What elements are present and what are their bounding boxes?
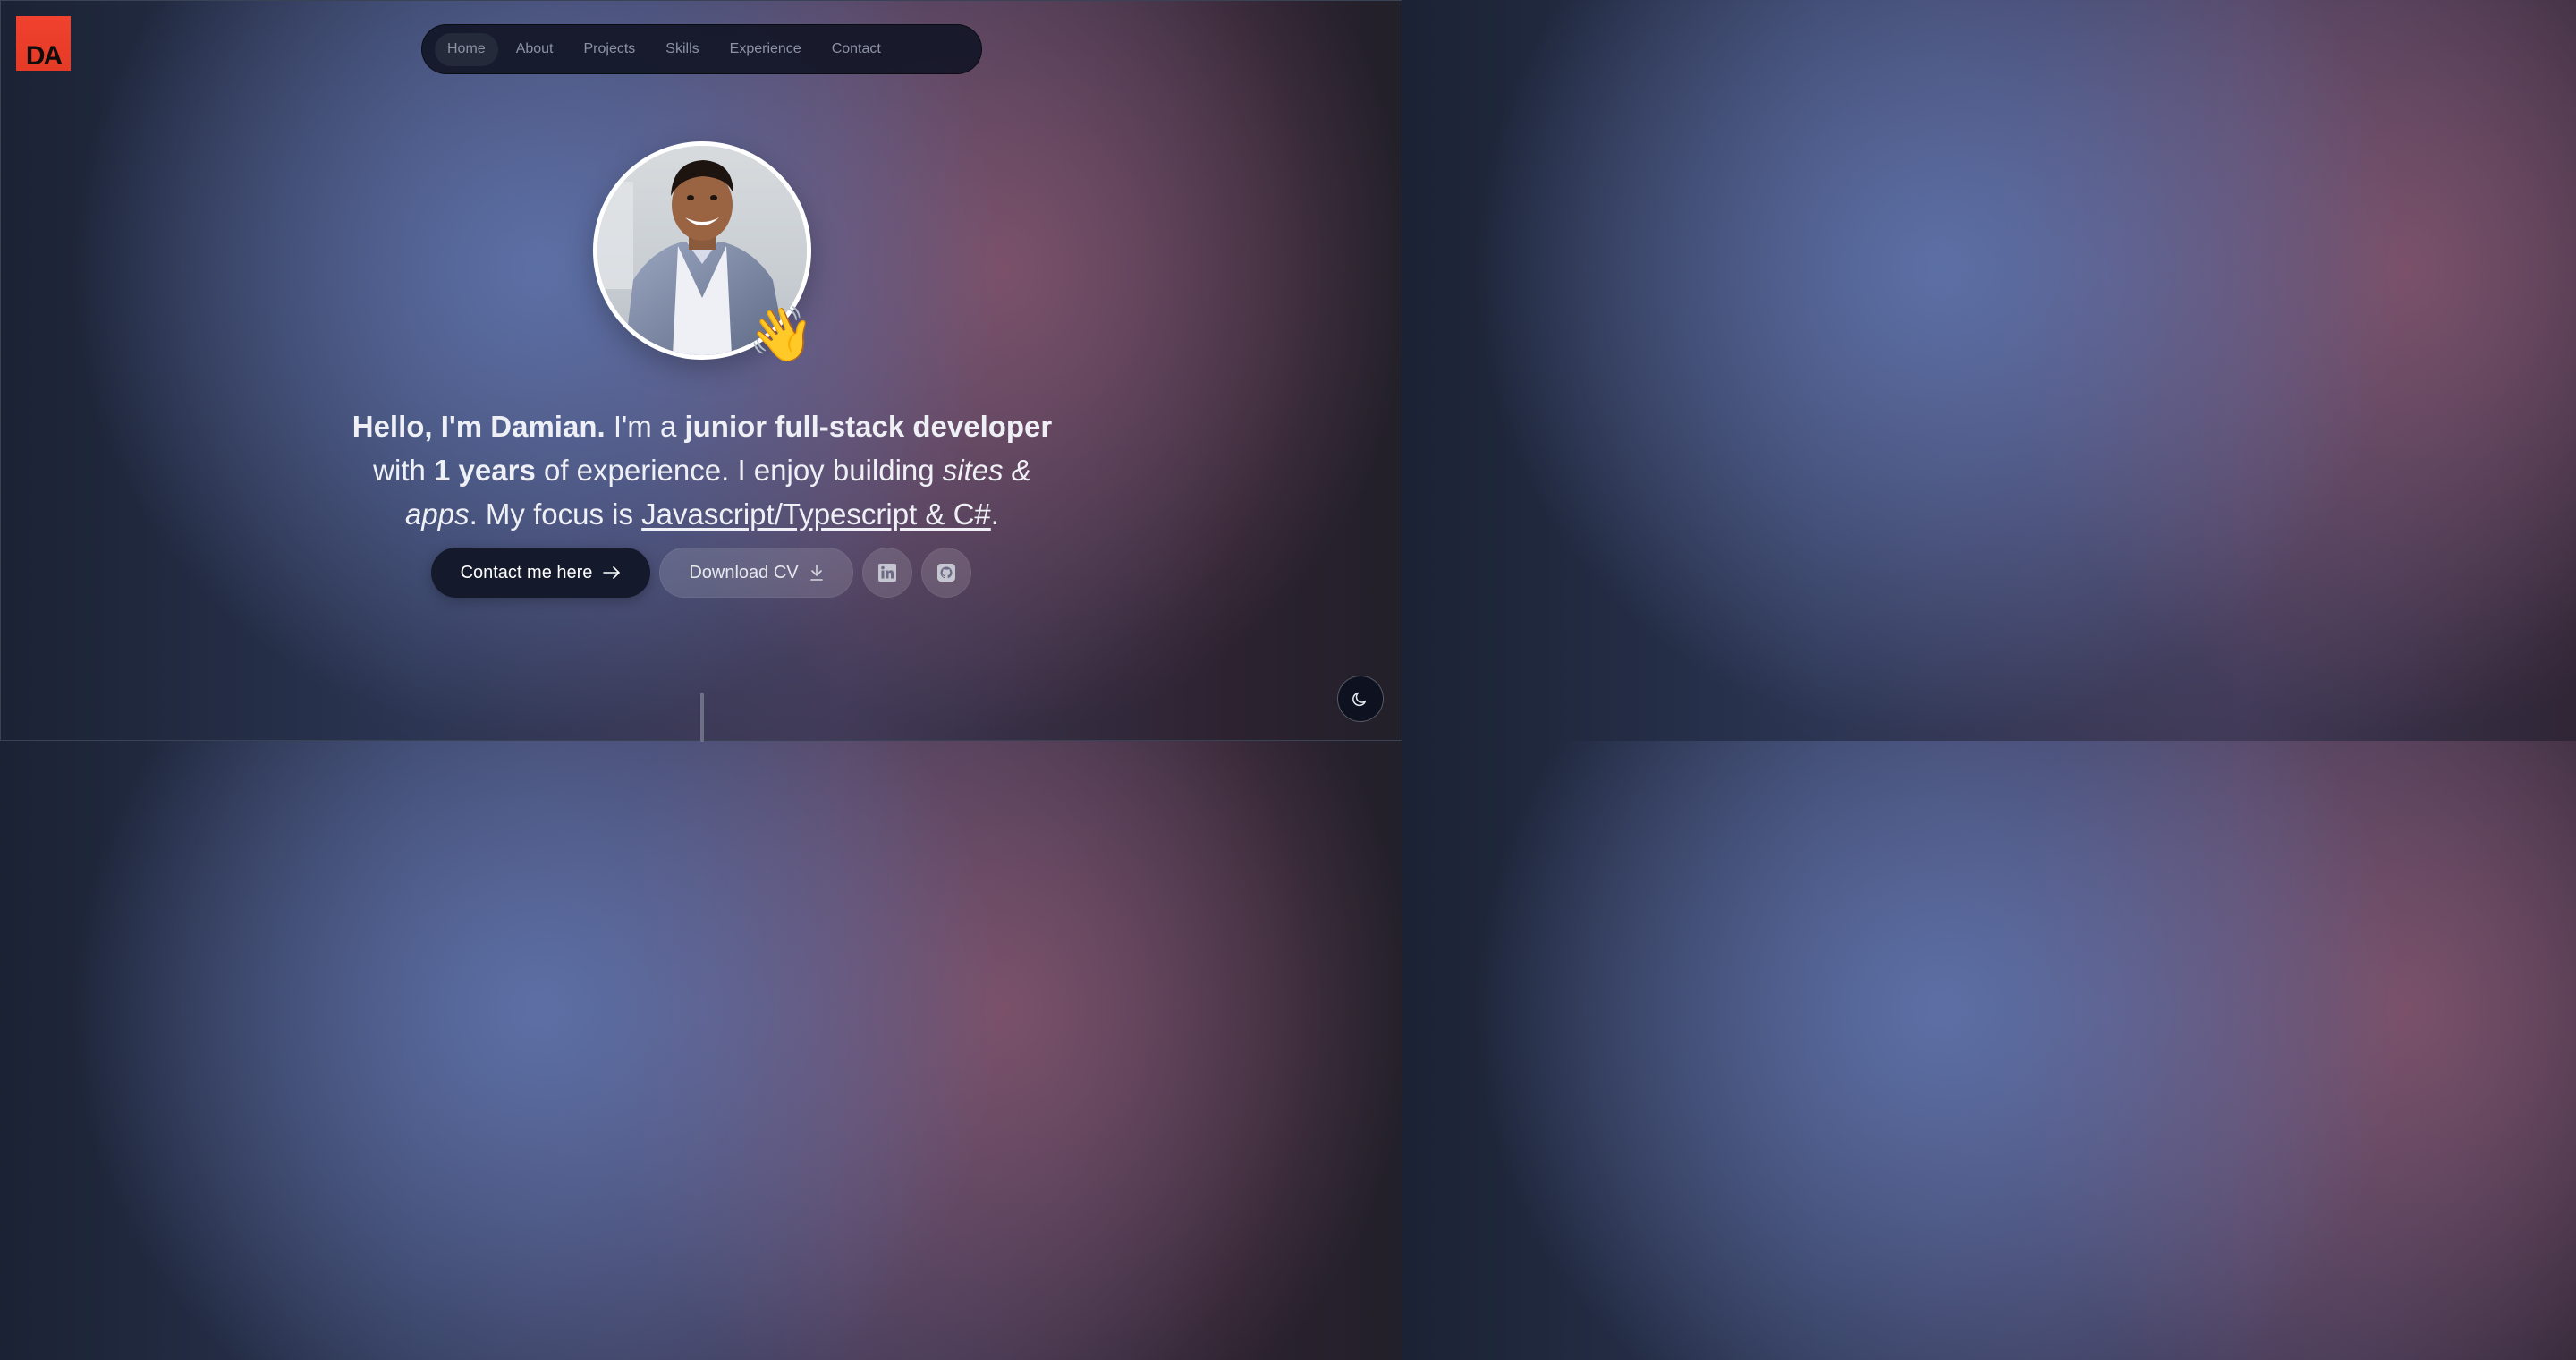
intro-years: 1 years — [434, 454, 536, 487]
github-button[interactable] — [921, 548, 971, 598]
nav-item-projects[interactable]: Projects — [572, 33, 648, 66]
linkedin-button[interactable] — [862, 548, 912, 598]
nav-item-home[interactable]: Home — [435, 32, 498, 66]
intro-text-4: with — [373, 454, 435, 487]
logo-text: DA — [25, 41, 63, 71]
wave-emoji: 👋 — [748, 304, 815, 364]
download-cv-label: Download CV — [689, 562, 799, 582]
github-icon — [937, 564, 955, 582]
nav-item-experience[interactable]: Experience — [717, 33, 814, 66]
nav-item-about[interactable]: About — [504, 33, 566, 66]
nav-item-skills[interactable]: Skills — [653, 33, 711, 66]
main-nav: Home About Projects Skills Experience Co… — [421, 24, 982, 74]
hero-actions: Contact me here Download CV — [431, 548, 971, 598]
linkedin-icon — [878, 564, 896, 582]
intro-text-6: of experience. I enjoy building — [535, 454, 943, 487]
intro-text-10: . — [990, 497, 999, 531]
theme-toggle-button[interactable] — [1337, 676, 1384, 722]
arrow-right-icon — [603, 566, 621, 579]
nav-item-contact[interactable]: Contact — [819, 33, 894, 66]
contact-button[interactable]: Contact me here — [431, 548, 650, 598]
scroll-indicator — [700, 693, 704, 742]
intro-greeting: Hello, I'm Damian. — [352, 410, 606, 443]
download-cv-button[interactable]: Download CV — [659, 548, 853, 598]
intro-focus: Javascript/Typescript & C# — [641, 497, 991, 531]
intro-text-2: I'm a — [605, 410, 685, 443]
intro-role: junior full-stack developer — [684, 410, 1053, 443]
moon-icon — [1352, 692, 1367, 707]
intro-text: Hello, I'm Damian. I'm a junior full-sta… — [335, 404, 1069, 536]
site-logo[interactable]: DA — [16, 16, 71, 71]
intro-text-8: . My focus is — [469, 497, 642, 531]
download-icon — [809, 565, 823, 581]
contact-button-label: Contact me here — [460, 562, 593, 582]
profile-avatar-wrap: 👋 — [593, 141, 815, 361]
